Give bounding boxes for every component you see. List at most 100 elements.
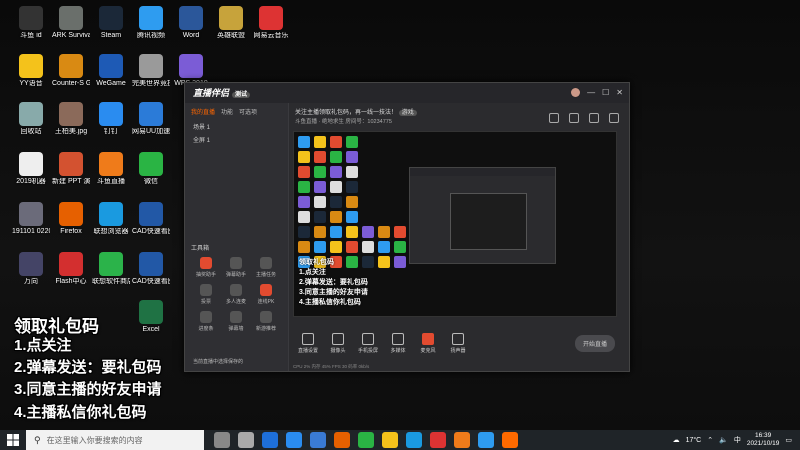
bottom-tool-label: 摄像头 [330, 347, 346, 354]
taskbar-app-icon[interactable] [382, 432, 398, 448]
taskbar-app-icon[interactable] [430, 432, 446, 448]
desktop-icon[interactable]: ARK Survival Evolved [52, 6, 90, 40]
maximize-icon[interactable]: ☐ [602, 88, 609, 97]
avatar[interactable] [571, 88, 581, 97]
bottom-tool-button[interactable]: 摄像头 [323, 332, 353, 354]
desktop-icon[interactable]: 联想浏览器 [92, 202, 130, 236]
tool-item[interactable]: 抽奖助手 [191, 257, 221, 278]
stream-title[interactable]: 关注主播领取礼包码，再一线一技法！ 游戏 [295, 107, 417, 116]
taskbar-app-icon[interactable] [286, 432, 302, 448]
tool-item[interactable]: 主播任务 [251, 257, 281, 278]
preview-icon [330, 211, 342, 223]
settings-icon[interactable] [569, 113, 579, 123]
notification-icon[interactable] [589, 113, 599, 123]
start-live-button[interactable]: 开始直播 [574, 334, 615, 352]
desktop-icon[interactable]: CAD快速看图 [132, 202, 170, 236]
taskbar-app-icon[interactable] [214, 432, 230, 448]
desktop-icon[interactable]: 网易云音乐 [252, 6, 290, 40]
desktop-icon[interactable]: Firefox [52, 202, 90, 236]
tool-item[interactable]: 多人连麦 [221, 284, 251, 305]
desktop-icon[interactable]: Flash中心 [52, 252, 90, 286]
bottom-tool-button[interactable]: 手机投屏 [353, 332, 383, 354]
desktop-icon[interactable]: 钉钉 [92, 102, 130, 136]
tab-options[interactable]: 可选项 [239, 107, 257, 116]
tray-expand-icon[interactable]: ⌃ [707, 436, 713, 444]
desktop-icon[interactable]: 英雄联盟 [212, 6, 250, 40]
desktop-icon[interactable]: 新建 PPT 演示文稿 [52, 152, 90, 186]
stream-tag[interactable]: 游戏 [398, 110, 417, 116]
notification-icon[interactable]: ▭ [785, 436, 792, 444]
tool-item[interactable]: 弹幕助手 [221, 257, 251, 278]
desktop-icon[interactable]: WeGame [92, 54, 130, 88]
tool-item[interactable]: 连线PK [251, 284, 281, 305]
close-icon[interactable]: ✕ [616, 88, 623, 97]
taskbar-app-icon[interactable] [502, 432, 518, 448]
volume-icon[interactable]: 🔈 [719, 436, 728, 444]
desktop-icon[interactable]: 万向 [12, 252, 50, 286]
search-input[interactable]: ⚲ 在这里输入你要搜索的内容 [26, 430, 204, 450]
tool-item[interactable]: 进度条 [191, 311, 221, 332]
streaming-app-window[interactable]: 直播伴侣 测试 — ☐ ✕ 我的直播 功能 可选项 场景 1 全屏 1 工具箱 抽… [184, 82, 630, 372]
desktop-icon[interactable]: 斗鱼直播 [92, 152, 130, 186]
desktop-icon[interactable]: Steam [92, 6, 130, 40]
taskbar-app-icon[interactable] [238, 432, 254, 448]
app-icon [19, 54, 43, 78]
scene-item[interactable]: 场景 1 [185, 120, 288, 133]
desktop-icon[interactable]: Word [172, 6, 210, 40]
scene-item[interactable]: 全屏 1 [185, 133, 288, 146]
desktop-icon-label: 完美世界竞技平台 [132, 80, 170, 87]
desktop-icon[interactable]: CAD快速看图-编辑器 [132, 252, 170, 286]
bottom-tool-button[interactable]: 多媒体 [383, 332, 413, 354]
desktop-icon[interactable]: Counter-S Global Off... [52, 54, 90, 88]
temperature[interactable]: 17°C [686, 437, 702, 444]
desktop-icon[interactable]: 191101 0220洗衣 [12, 202, 50, 236]
weather-icon[interactable]: ☁ [673, 436, 680, 444]
app-icon [139, 102, 163, 126]
overlay-line: 3.同意主播的好友申请 [14, 381, 162, 398]
tool-item[interactable]: 弹幕墙 [221, 311, 251, 332]
bottom-tool-button[interactable]: 麦克风 [413, 332, 443, 354]
app-titlebar[interactable]: 直播伴侣 测试 — ☐ ✕ [185, 83, 629, 103]
taskbar-app-icon[interactable] [358, 432, 374, 448]
desktop-icon-label: ARK Survival Evolved [52, 32, 90, 39]
desktop-icon[interactable]: 网易UU加速器 [132, 102, 170, 136]
tab-features[interactable]: 功能 [221, 107, 233, 116]
desktop-icon[interactable]: YY语音 [12, 54, 50, 88]
minimize-icon[interactable]: — [587, 88, 595, 97]
ime-indicator[interactable]: 中 [734, 435, 741, 445]
start-button[interactable] [0, 430, 26, 450]
preview-icon [314, 241, 326, 253]
taskbar: ⚲ 在这里输入你要搜索的内容 ☁ 17°C ⌃ 🔈 中 16:39 2021/1… [0, 430, 800, 450]
bottom-tool-button[interactable]: 扬声器 [443, 332, 473, 354]
desktop-icon[interactable]: 联想软件商店 [92, 252, 130, 286]
menu-icon[interactable] [609, 113, 619, 123]
desktop-icon[interactable]: 完美世界竞技平台 [132, 54, 170, 88]
clock[interactable]: 16:39 2021/10/19 [747, 432, 780, 448]
taskbar-app-icon[interactable] [454, 432, 470, 448]
desktop-icon[interactable]: 斗鱼 id [12, 6, 50, 40]
desktop-icon-label: WeGame [96, 80, 126, 87]
preview-text: 领取礼包码 [299, 259, 334, 266]
app-icon [259, 6, 283, 30]
share-icon[interactable] [549, 113, 559, 123]
bottom-tool-button[interactable]: 直播设置 [293, 332, 323, 354]
tool-label: 多人连麦 [225, 299, 246, 305]
stream-meta: 斗鱼直播 · 绝地求生 房间号：10234775 [295, 119, 392, 125]
tool-item[interactable]: 新游推荐 [251, 311, 281, 332]
desktop-icon-label: Excel [142, 326, 160, 333]
desktop-icon[interactable]: 回收站 [12, 102, 50, 136]
taskbar-app-icon[interactable] [478, 432, 494, 448]
tab-my-live[interactable]: 我的直播 [191, 107, 215, 116]
taskbar-app-icon[interactable] [406, 432, 422, 448]
desktop-icon[interactable]: 王柏美.jpg [52, 102, 90, 136]
desktop-icon-label: Steam [100, 32, 122, 39]
desktop-icon[interactable]: Excel [132, 300, 170, 334]
desktop-icon[interactable]: 2019机器 [12, 152, 50, 186]
preview-icon [362, 241, 374, 253]
tool-item[interactable]: 投票 [191, 284, 221, 305]
taskbar-app-icon[interactable] [262, 432, 278, 448]
taskbar-app-icon[interactable] [334, 432, 350, 448]
desktop-icon[interactable]: 微信 [132, 152, 170, 186]
taskbar-app-icon[interactable] [310, 432, 326, 448]
desktop-icon[interactable]: 腾讯视频 [132, 6, 170, 40]
